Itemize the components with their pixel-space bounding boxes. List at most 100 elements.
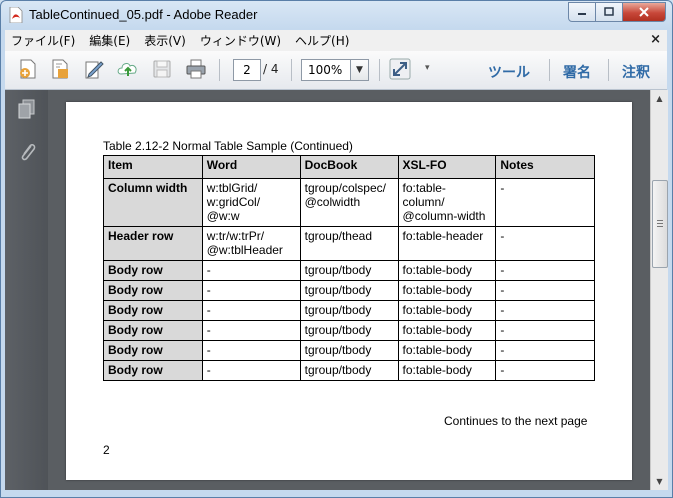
table-cell: -: [495, 340, 595, 361]
minimize-button[interactable]: [568, 2, 596, 22]
table-row: Body row - tgroup/tbody fo:table-body -: [103, 340, 595, 361]
page-thumbnails-icon[interactable]: [16, 98, 38, 120]
edit-pdf-icon[interactable]: [49, 58, 71, 80]
page-number: 2: [103, 443, 110, 457]
print-icon[interactable]: [185, 58, 207, 80]
table-cell: fo:table-header: [397, 226, 497, 261]
table-cell: fo:table-body: [397, 280, 497, 301]
scroll-down-icon[interactable]: ▼: [651, 473, 668, 490]
table-cell: -: [201, 280, 301, 301]
table-header-cell: DocBook: [299, 155, 399, 179]
table-cell: -: [201, 360, 301, 381]
toolbar-separator: [219, 59, 220, 81]
page-number-input[interactable]: 2: [233, 59, 261, 81]
menu-bar: ファイル(F) 編集(E) 表示(V) ウィンドウ(W) ヘルプ(H) ×: [5, 30, 667, 51]
maximize-button[interactable]: [595, 2, 623, 22]
table-item-cell: Body row: [103, 300, 203, 321]
table-cell: -: [495, 178, 595, 227]
table-cell: w:tr/w:trPr/ @w:tblHeader: [201, 226, 301, 261]
table-cell: tgroup/tbody: [299, 300, 399, 321]
table-cell: -: [495, 260, 595, 281]
table-row: Body row - tgroup/tbody fo:table-body -: [103, 260, 595, 281]
table-row: Body row - tgroup/tbody fo:table-body -: [103, 320, 595, 341]
table-cell: tgroup/tbody: [299, 340, 399, 361]
table-row: Body row - tgroup/tbody fo:table-body -: [103, 300, 595, 321]
table-item-cell: Body row: [103, 360, 203, 381]
title-bar[interactable]: TableContinued_05.pdf - Adobe Reader: [1, 1, 672, 29]
scroll-up-icon[interactable]: ▲: [651, 90, 668, 107]
sign-pane-button[interactable]: 署名: [563, 62, 591, 82]
toolbar-separator: [291, 59, 292, 81]
upload-icon[interactable]: [117, 58, 139, 80]
table-cell: fo:table-body: [397, 260, 497, 281]
create-pdf-icon[interactable]: [17, 58, 39, 80]
table-cell: -: [495, 300, 595, 321]
toolbar-more-icon[interactable]: ▾: [425, 63, 430, 73]
navigation-panel: [5, 90, 49, 490]
zoom-value: 100%: [308, 63, 343, 77]
toolbar-separator: [608, 59, 609, 81]
document-close-icon[interactable]: ×: [650, 32, 661, 47]
table-cell: fo:table-body: [397, 360, 497, 381]
window-title: TableContinued_05.pdf - Adobe Reader: [29, 7, 258, 22]
table-cell: -: [495, 360, 595, 381]
toolbar-separator: [379, 59, 380, 81]
toolbar: 2 / 4 100% ▼ ▾ ツール 署名 注釈: [5, 51, 667, 90]
sign-icon[interactable]: [83, 58, 105, 80]
table-cell: tgroup/thead: [299, 226, 399, 261]
table-item-cell: Column width: [103, 178, 203, 227]
app-window: TableContinued_05.pdf - Adobe Reader ファイ…: [0, 0, 673, 498]
normal-table: Item Word DocBook XSL-FO Notes Column wi…: [103, 155, 595, 381]
close-icon: [639, 7, 649, 17]
table-cell: fo:table- column/ @column-width: [397, 178, 497, 227]
close-button[interactable]: [622, 2, 666, 22]
table-cell: w:tblGrid/ w:gridCol/ @w:w: [201, 178, 301, 227]
table-header-cell: XSL-FO: [397, 155, 497, 179]
table-header-row: Item Word DocBook XSL-FO Notes: [103, 155, 595, 179]
table-cell: tgroup/tbody: [299, 360, 399, 381]
table-row: Column width w:tblGrid/ w:gridCol/ @w:w tg…: [103, 178, 595, 227]
comment-pane-button[interactable]: 注釈: [622, 62, 650, 82]
document-view[interactable]: Table 2.12-2 Normal Table Sample (Contin…: [48, 90, 650, 490]
table-item-cell: Body row: [103, 340, 203, 361]
table-item-cell: Header row: [103, 226, 203, 261]
table-item-cell: Body row: [103, 280, 203, 301]
page-total: / 4: [263, 62, 279, 76]
table-row: Body row - tgroup/tbody fo:table-body -: [103, 360, 595, 381]
maximize-icon: [604, 7, 614, 16]
expand-icon[interactable]: [389, 58, 411, 80]
menu-view[interactable]: 表示(V): [138, 32, 192, 49]
menu-file[interactable]: ファイル(F): [5, 32, 81, 49]
table-cell: -: [201, 320, 301, 341]
table-row: Header row w:tr/w:trPr/ @w:tblHeader tgrou…: [103, 226, 595, 261]
pdf-file-icon: [9, 7, 23, 23]
table-cell: tgroup/colspec/ @colwidth: [299, 178, 399, 227]
menu-help[interactable]: ヘルプ(H): [289, 32, 355, 49]
table-header-cell: Word: [201, 155, 301, 179]
table-cell: fo:table-body: [397, 320, 497, 341]
table-cell: -: [495, 280, 595, 301]
scrollbar-thumb[interactable]: [652, 180, 668, 268]
save-icon[interactable]: [151, 58, 173, 80]
table-item-cell: Body row: [103, 320, 203, 341]
zoom-select[interactable]: 100% ▼: [301, 59, 369, 81]
toolbar-separator: [549, 59, 550, 81]
table-row: Body row - tgroup/tbody fo:table-body -: [103, 280, 595, 301]
vertical-scrollbar[interactable]: ▲ ▼: [650, 90, 668, 490]
table-cell: tgroup/tbody: [299, 280, 399, 301]
continues-note: Continues to the next page: [444, 414, 588, 428]
menu-window[interactable]: ウィンドウ(W): [194, 32, 287, 49]
table-cell: -: [495, 320, 595, 341]
table-cell: fo:table-body: [397, 300, 497, 321]
menu-edit[interactable]: 編集(E): [83, 32, 136, 49]
tools-pane-button[interactable]: ツール: [488, 62, 530, 82]
table-cell: -: [495, 226, 595, 261]
chevron-down-icon[interactable]: ▼: [350, 60, 368, 80]
table-header-cell: Notes: [495, 155, 595, 179]
attachments-icon[interactable]: [17, 140, 37, 164]
table-cell: -: [201, 260, 301, 281]
table-cell: -: [201, 340, 301, 361]
table-cell: tgroup/tbody: [299, 320, 399, 341]
table-cell: fo:table-body: [397, 340, 497, 361]
table-item-cell: Body row: [103, 260, 203, 281]
